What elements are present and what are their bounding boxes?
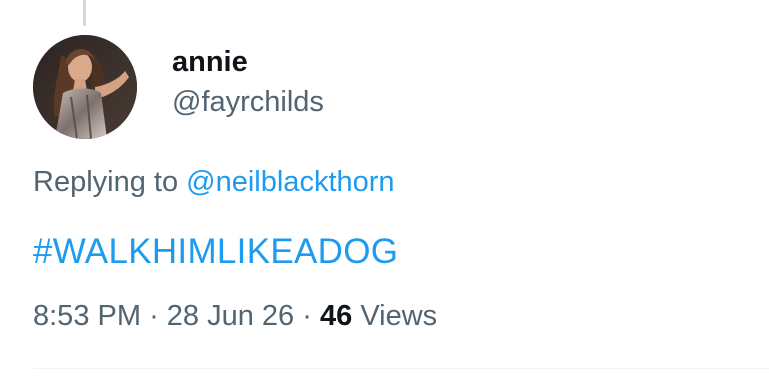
thread-connector-line [83, 0, 86, 26]
views-label: Views [360, 300, 438, 332]
tweet-meta: 8:53 PM · 28 Jun 26 · 46 Views [33, 300, 437, 333]
meta-separator: · [302, 300, 312, 332]
avatar[interactable] [33, 35, 137, 139]
author-display-name[interactable]: annie [172, 46, 248, 79]
meta-separator: · [149, 300, 159, 332]
avatar-photo [33, 35, 137, 139]
views-count: 46 [319, 300, 353, 332]
replying-to-line: Replying to @neilblackthorn [33, 166, 395, 199]
tweet-hashtag[interactable]: #WALKHIMLIKEADOG [33, 232, 398, 272]
reply-mention-link[interactable]: @neilblackthorn [186, 166, 394, 198]
author-handle[interactable]: @fayrchilds [172, 86, 324, 119]
tweet-time[interactable]: 8:53 PM [33, 300, 141, 332]
divider [33, 368, 769, 369]
replying-to-label: Replying to [33, 166, 179, 198]
tweet-date[interactable]: 28 Jun 26 [167, 300, 294, 332]
